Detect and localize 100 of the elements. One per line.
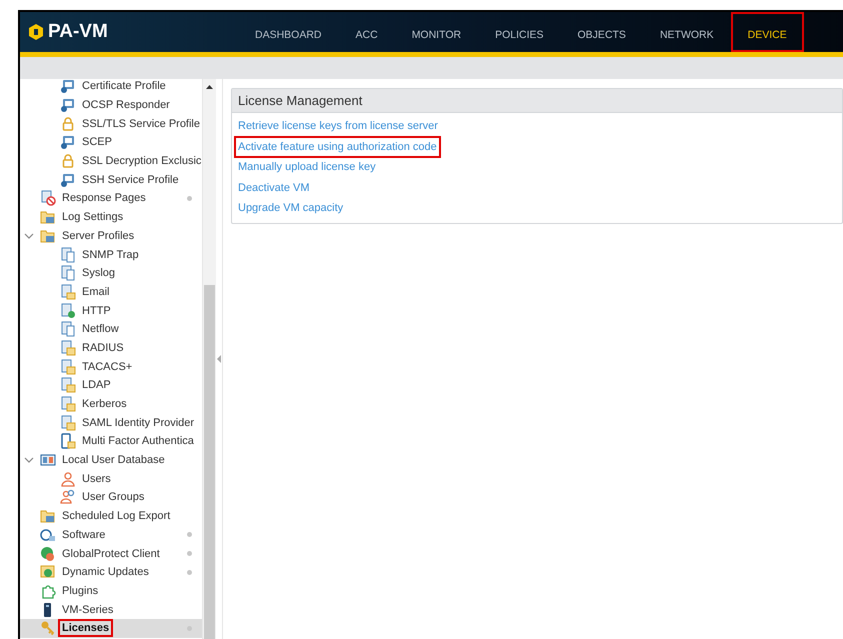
lock-icon: [60, 116, 76, 132]
tree-item[interactable]: Certificate Profile: [20, 79, 202, 96]
tree-item-label: RADIUS: [81, 340, 125, 356]
tree-item[interactable]: Log Settings: [20, 208, 202, 226]
tree-item[interactable]: SSL/TLS Service Profile: [20, 114, 202, 134]
mail-document-icon: [60, 284, 76, 300]
certificate-icon: [60, 172, 76, 188]
tree-item[interactable]: Software: [20, 526, 202, 544]
certificate-icon: [60, 97, 76, 114]
document-icon: [60, 321, 76, 338]
nav-tab[interactable]: DASHBOARD: [238, 12, 339, 52]
globe-document-icon: [60, 302, 76, 319]
tree-item-label: SSL/TLS Service Profile: [81, 116, 201, 132]
disk-icon: [40, 526, 56, 543]
certificate-icon: [60, 134, 76, 150]
tree-item[interactable]: VM-Series: [20, 600, 202, 619]
tree-item[interactable]: Netflow: [20, 320, 202, 339]
tree-item-label: SSL Decryption Exclusic: [81, 154, 202, 170]
tree-item-label: LDAP: [81, 378, 112, 394]
tree-item-label: SCEP: [81, 135, 113, 150]
tree-item-label: SNMP Trap: [81, 248, 140, 263]
nav-tab[interactable]: MONITOR: [394, 12, 478, 52]
tree-item[interactable]: SNMP Trap: [20, 245, 202, 264]
tree-item-label: Certificate Profile: [81, 79, 167, 94]
tree-item[interactable]: Email: [20, 282, 202, 302]
folder-icon: [40, 508, 56, 524]
chevron-down-icon[interactable]: [24, 455, 34, 466]
tree-item[interactable]: SCEP: [20, 133, 202, 152]
tree-item-label: Kerberos: [81, 397, 128, 412]
tree-item[interactable]: Plugins: [20, 582, 202, 600]
tree-item[interactable]: Local User Database: [20, 450, 202, 470]
tree-item-label: VM-Series: [61, 602, 114, 618]
logo-icon: [28, 23, 44, 41]
tree-item-label: Dynamic Updates: [61, 565, 150, 580]
phone-lock-icon: [60, 433, 76, 450]
folder-icon: [40, 228, 56, 244]
nav-tab[interactable]: POLICIES: [478, 12, 561, 52]
app-title: PA-VM: [48, 20, 108, 44]
tree-item-label: Licenses: [58, 619, 114, 638]
tree-item-label: TACACS+: [81, 360, 134, 375]
tree-item[interactable]: GlobalProtect Client: [20, 544, 202, 563]
document-icon: [60, 265, 76, 282]
folder-icon: [40, 209, 56, 226]
tree-item[interactable]: OCSP Responder: [20, 96, 202, 114]
user-group-icon: [60, 489, 76, 506]
locked-document-icon: [60, 396, 76, 412]
tree-item[interactable]: Kerberos: [20, 394, 202, 414]
tree-item[interactable]: Dynamic Updates: [20, 562, 202, 582]
panel-title: License Management: [232, 89, 842, 113]
tree-item-label: GlobalProtect Client: [61, 546, 161, 562]
nav-tab[interactable]: OBJECTS: [560, 12, 643, 52]
tree-item-label: SSH Service Profile: [81, 172, 180, 188]
tree-item[interactable]: TACACS+: [20, 357, 202, 376]
tree-item-label: Software: [61, 528, 106, 543]
user-icon: [60, 470, 76, 487]
locked-document-icon: [60, 377, 76, 394]
tree-item[interactable]: RADIUS: [20, 338, 202, 358]
blocked-page-icon: [40, 190, 56, 206]
tree-item-label: Response Pages: [61, 191, 147, 206]
tree-item[interactable]: Syslog: [20, 264, 202, 283]
tree-item[interactable]: SAML Identity Provider: [20, 413, 202, 432]
nav-tab[interactable]: DEVICE: [730, 12, 804, 52]
locked-document-icon: [60, 358, 76, 375]
locked-document-icon: [60, 414, 76, 431]
tree-item-label: Multi Factor Authentica: [81, 434, 195, 450]
tree-item[interactable]: HTTP: [20, 301, 202, 320]
tree-item[interactable]: Response Pages: [20, 189, 202, 208]
tree-item-label: Netflow: [81, 322, 120, 338]
certificate-icon: [60, 79, 76, 94]
nav-tab[interactable]: ACC: [338, 12, 395, 52]
tree-item-label: Scheduled Log Export: [61, 509, 172, 524]
id-card-icon: [40, 452, 56, 468]
key-icon: [40, 620, 56, 636]
tree-item-label: Email: [81, 284, 111, 300]
tree-item[interactable]: Scheduled Log Export: [20, 506, 202, 526]
tree-item-label: OCSP Responder: [81, 98, 171, 114]
tree-item[interactable]: Users: [20, 469, 202, 488]
tree-item-label: Log Settings: [61, 210, 124, 226]
tree-item-label: Local User Database: [61, 453, 166, 468]
tree-item[interactable]: LDAP: [20, 376, 202, 395]
scrollbar[interactable]: [203, 79, 216, 639]
tree-item[interactable]: SSL Decryption Exclusic: [20, 152, 202, 170]
tree-item-label: HTTP: [81, 304, 112, 319]
tree-item[interactable]: SSH Service Profile: [20, 170, 202, 190]
locked-document-icon: [60, 340, 76, 356]
tree-item[interactable]: Licenses: [20, 618, 202, 638]
tree-item-label: Plugins: [61, 584, 100, 599]
tree-item-label: Server Profiles: [61, 228, 136, 244]
tree-item-label: Users: [81, 472, 112, 487]
tree-item[interactable]: Server Profiles: [20, 226, 202, 246]
chevron-down-icon[interactable]: [24, 230, 34, 241]
puzzle-icon: [40, 582, 56, 599]
tree-item-label: User Groups: [81, 490, 146, 506]
tree-item[interactable]: Multi Factor Authentica: [20, 432, 202, 451]
lock-icon: [60, 153, 76, 170]
tree-item-label: SAML Identity Provider: [81, 416, 196, 431]
document-icon: [60, 246, 76, 263]
tree-item-label: Syslog: [81, 266, 116, 282]
tree-item[interactable]: User Groups: [20, 488, 202, 507]
nav-tab[interactable]: NETWORK: [642, 12, 731, 52]
